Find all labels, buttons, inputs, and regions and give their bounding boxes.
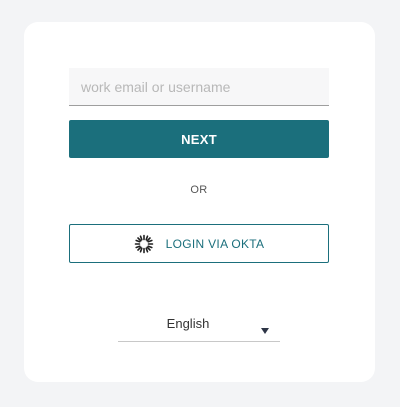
login-card: NEXT OR xyxy=(24,22,375,382)
email-field[interactable] xyxy=(69,68,329,106)
chevron-down-icon xyxy=(261,328,269,334)
okta-button-label: LOGIN VIA OKTA xyxy=(165,236,265,251)
language-select[interactable]: English xyxy=(118,310,280,342)
login-via-okta-button[interactable]: LOGIN VIA OKTA xyxy=(69,224,329,263)
language-selected-value: English xyxy=(166,316,210,331)
next-button[interactable]: NEXT xyxy=(69,120,329,158)
okta-sunburst-icon xyxy=(134,234,154,254)
or-separator: OR xyxy=(190,184,208,196)
